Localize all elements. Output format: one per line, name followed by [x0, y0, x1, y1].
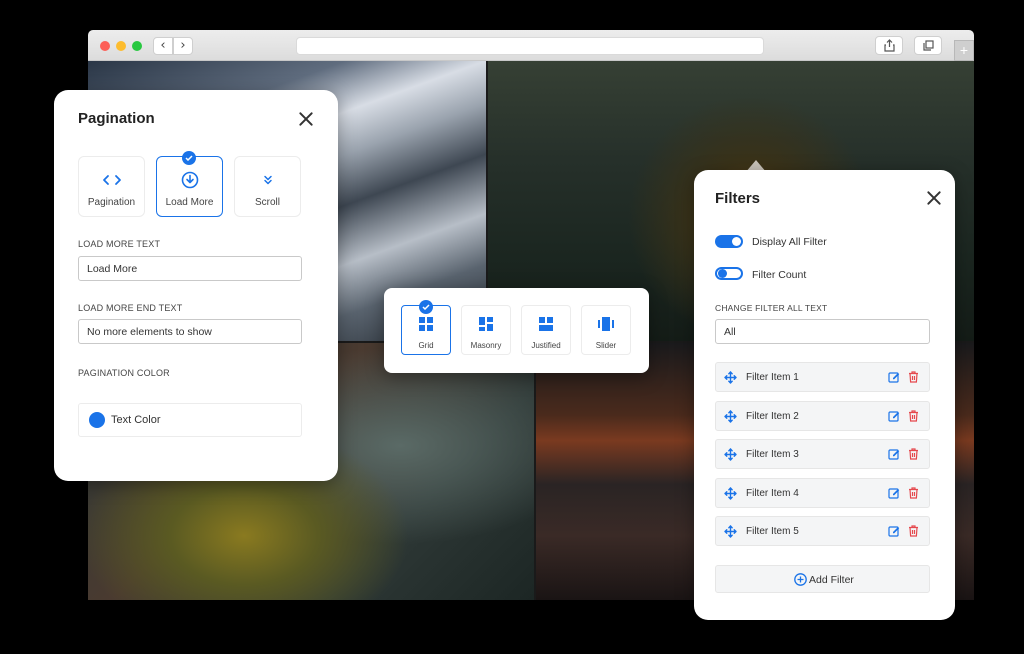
- delete-icon[interactable]: [908, 448, 919, 460]
- display-all-filter-toggle[interactable]: [715, 235, 743, 248]
- filter-item-row[interactable]: Filter Item 5: [715, 516, 930, 546]
- pagination-option-load-more[interactable]: Load More: [156, 156, 223, 217]
- grid-icon: [419, 317, 433, 331]
- code-arrows-icon: [102, 175, 121, 185]
- load-more-end-text-label: LOAD MORE END TEXT: [78, 303, 183, 313]
- load-more-end-text-input[interactable]: No more elements to show: [78, 319, 302, 344]
- forward-button[interactable]: ›: [173, 37, 193, 55]
- back-button[interactable]: ‹: [153, 37, 173, 55]
- add-filter-label: Add Filter: [809, 574, 854, 586]
- justified-icon: [539, 317, 553, 331]
- option-label: Pagination: [87, 197, 136, 208]
- filter-count-label: Filter Count: [752, 269, 807, 281]
- pagination-title: Pagination: [78, 110, 155, 127]
- close-window-button[interactable]: [100, 41, 110, 51]
- layout-label: Slider: [595, 341, 617, 350]
- filter-item-name: Filter Item 2: [746, 410, 799, 422]
- option-label: Load More: [165, 197, 214, 208]
- minimize-window-button[interactable]: [116, 41, 126, 51]
- chevron-right-icon: ›: [180, 38, 186, 53]
- layout-label: Masonry: [470, 341, 502, 350]
- filter-count-toggle[interactable]: [715, 267, 743, 280]
- masonry-icon: [479, 317, 493, 331]
- layout-label: Justified: [531, 341, 561, 350]
- filter-item-name: Filter Item 3: [746, 449, 799, 460]
- tabs-overview-button[interactable]: [914, 36, 942, 55]
- option-label: Scroll: [254, 197, 280, 208]
- display-all-filter-label: Display All Filter: [752, 236, 827, 248]
- change-filter-all-text-label: CHANGE FILTER ALL TEXT: [715, 303, 828, 313]
- download-circle-icon: [181, 171, 198, 189]
- edit-icon[interactable]: [888, 525, 900, 537]
- browser-titlebar: ‹ › +: [88, 30, 974, 61]
- selected-check-icon: [419, 300, 433, 314]
- plus-circle-icon: [794, 573, 807, 586]
- filter-item-name: Filter Item 4: [746, 487, 799, 499]
- share-button[interactable]: [875, 36, 903, 55]
- maximize-window-button[interactable]: [132, 41, 142, 51]
- color-swatch: [89, 412, 105, 428]
- delete-icon[interactable]: [908, 409, 919, 422]
- layout-selector-panel: Grid Masonry Justified Slider: [384, 288, 649, 373]
- filter-item-name: Filter Item 5: [746, 526, 799, 537]
- filter-item-row[interactable]: Filter Item 4: [715, 477, 930, 508]
- plus-icon: +: [959, 42, 969, 58]
- layout-label: Grid: [418, 341, 434, 350]
- layout-option-slider[interactable]: Slider: [581, 305, 631, 355]
- address-bar[interactable]: [296, 37, 764, 55]
- text-color-label: Text Color: [111, 414, 161, 426]
- layout-option-masonry[interactable]: Masonry: [461, 305, 511, 355]
- filter-item-row[interactable]: Filter Item 2: [715, 400, 930, 431]
- pagination-option-scroll[interactable]: Scroll: [234, 156, 301, 217]
- move-icon[interactable]: [724, 409, 737, 423]
- new-tab-button[interactable]: +: [954, 40, 974, 61]
- pagination-option-pagination[interactable]: Pagination: [78, 156, 145, 217]
- chevron-left-icon: ‹: [160, 38, 166, 53]
- text-color-picker[interactable]: Text Color: [78, 403, 302, 437]
- layout-option-justified[interactable]: Justified: [521, 305, 571, 355]
- close-icon[interactable]: [298, 111, 314, 127]
- edit-icon[interactable]: [888, 487, 900, 499]
- edit-icon[interactable]: [888, 410, 900, 422]
- pagination-color-label: PAGINATION COLOR: [78, 368, 170, 378]
- move-icon[interactable]: [724, 448, 737, 461]
- add-filter-button[interactable]: Add Filter: [715, 565, 930, 593]
- filter-item-row[interactable]: Filter Item 1: [715, 362, 930, 392]
- move-icon[interactable]: [724, 486, 737, 500]
- filter-item-name: Filter Item 1: [746, 372, 799, 383]
- edit-icon[interactable]: [888, 371, 900, 383]
- filters-panel: Filters Display All Filter Filter Count …: [694, 170, 955, 620]
- delete-icon[interactable]: [908, 486, 919, 499]
- tabs-icon: [923, 40, 934, 51]
- edit-icon[interactable]: [888, 448, 900, 460]
- change-filter-all-text-input[interactable]: All: [715, 319, 930, 344]
- slider-icon: [598, 317, 614, 331]
- move-icon[interactable]: [724, 371, 737, 384]
- delete-icon[interactable]: [908, 371, 919, 383]
- move-icon[interactable]: [724, 525, 737, 538]
- double-chevron-down-icon: [263, 175, 272, 185]
- filter-item-row[interactable]: Filter Item 3: [715, 439, 930, 469]
- pagination-panel: Pagination Pagination Load More Scroll L…: [54, 90, 338, 481]
- load-more-text-input[interactable]: Load More: [78, 256, 302, 281]
- share-icon: [884, 39, 895, 52]
- delete-icon[interactable]: [908, 525, 919, 537]
- filters-title: Filters: [715, 190, 761, 207]
- close-icon[interactable]: [926, 190, 942, 206]
- selected-check-icon: [182, 151, 196, 165]
- load-more-text-label: LOAD MORE TEXT: [78, 239, 161, 249]
